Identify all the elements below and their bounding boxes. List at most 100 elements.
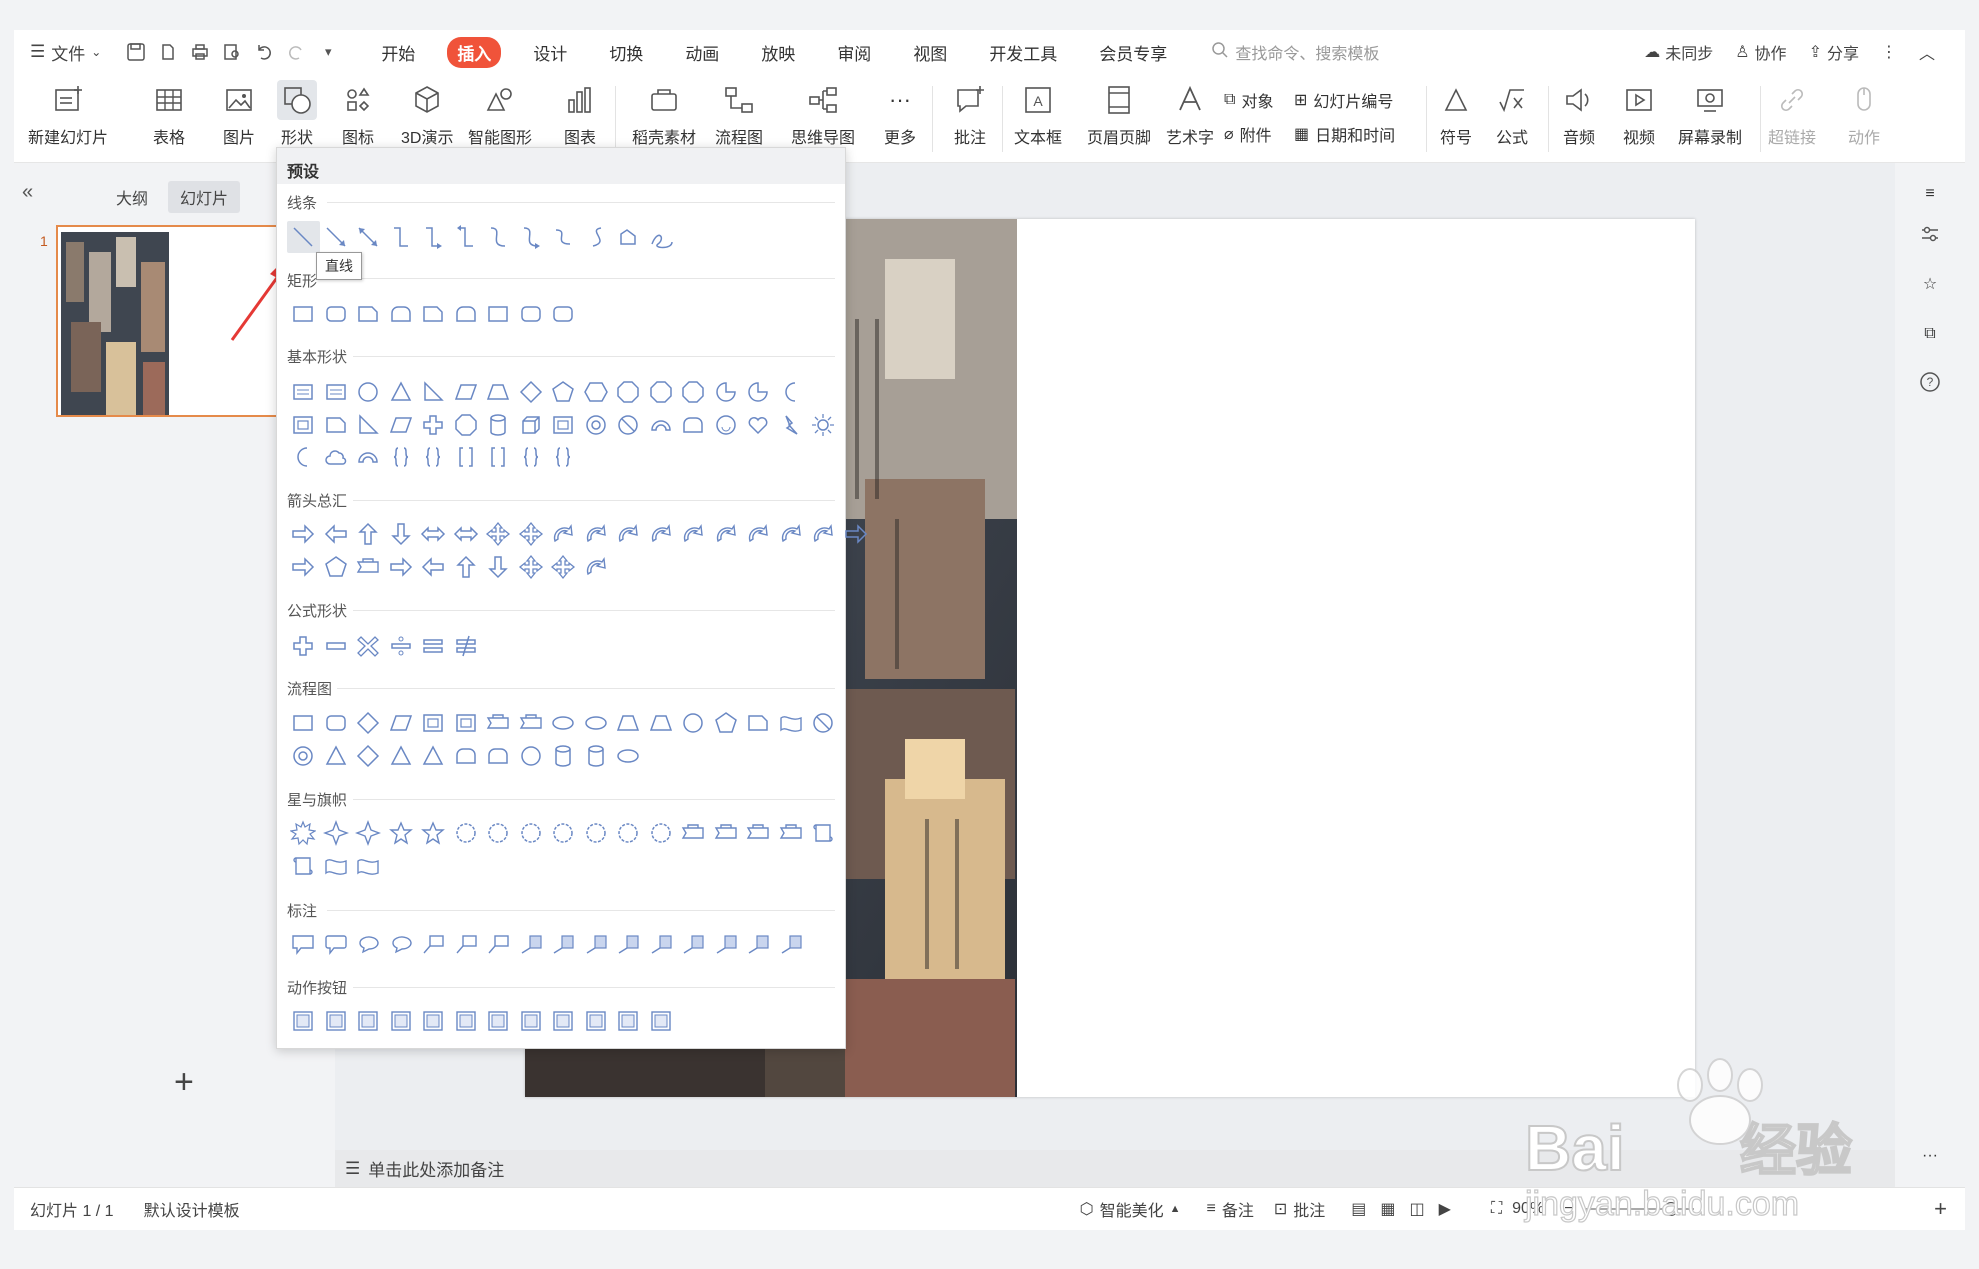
shape-arrow-17[interactable] [807,518,840,550]
tab-view[interactable]: 视图 [903,37,957,68]
shape-basic-14[interactable] [710,376,743,408]
tab-insert[interactable]: 插入 [447,36,502,68]
shape-arrow-4[interactable] [385,518,418,550]
shape-arrow-15[interactable] [742,518,775,550]
shape-curved-connector[interactable] [482,221,515,253]
shape-flow-11[interactable] [612,707,645,739]
comments-toggle[interactable]: ⊡ 批注 [1274,1197,1325,1221]
tab-animation[interactable]: 动画 [675,37,729,68]
shape-basic-12[interactable] [645,409,678,441]
shape-basic-6[interactable] [450,441,483,473]
shape-basic-14[interactable] [710,409,743,441]
grid-view-icon[interactable]: ▦ [1380,1199,1395,1219]
shape-basic-2[interactable] [320,376,353,408]
shape-elbow-double-arrow[interactable] [450,221,483,253]
shape-star-3[interactable] [352,817,385,849]
shape-arrow-2[interactable] [320,551,353,583]
shape-arrow-11[interactable] [612,518,645,550]
shape-callout-11[interactable] [612,928,645,960]
textbox-button[interactable]: A 文本框 [1014,80,1062,148]
shape-callout-15[interactable] [742,928,775,960]
vertical-scrollbar[interactable] [1885,170,1895,1130]
shape-rect-6[interactable] [450,298,483,330]
shape-arrow-9[interactable] [547,518,580,550]
shape-action-3[interactable] [352,1005,385,1037]
shape-basic-2[interactable] [320,441,353,473]
shape-flow-6[interactable] [450,707,483,739]
shape-callout-13[interactable] [677,928,710,960]
add-slide-button[interactable]: + [174,1063,194,1102]
shape-flow-12[interactable] [645,707,678,739]
shape-flow-9[interactable] [547,740,580,772]
shape-flow-9[interactable] [547,707,580,739]
shape-equation-5[interactable] [417,630,450,662]
tab-outline[interactable]: 大纲 [104,181,160,213]
shape-star-11[interactable] [612,817,645,849]
shape-rect-1[interactable] [287,298,320,330]
shape-star-12[interactable] [645,817,678,849]
switch-icon[interactable]: ⧉ [1917,321,1943,347]
shape-star-10[interactable] [580,817,613,849]
shape-basic-3[interactable] [352,441,385,473]
shape-basic-6[interactable] [450,409,483,441]
shape-basic-5[interactable] [417,376,450,408]
shape-rect-7[interactable] [482,298,515,330]
shape-scribble[interactable] [645,221,678,253]
fit-icon[interactable]: ⛶ [1491,1200,1502,1218]
shape-star-9[interactable] [547,817,580,849]
shape-flow-5[interactable] [417,707,450,739]
command-search[interactable]: 查找命令、搜索模板 [1211,40,1379,64]
shape-basic-4[interactable] [385,376,418,408]
shape-basic-7[interactable] [482,409,515,441]
shape-arrow-3[interactable] [352,551,385,583]
tab-design[interactable]: 设计 [523,37,577,68]
shape-arrow-5[interactable] [417,518,450,550]
shape-star-15[interactable] [742,817,775,849]
shape-arrow-2[interactable] [320,518,353,550]
shape-basic-10[interactable] [580,409,613,441]
shape-star-17[interactable] [807,817,840,849]
shape-action-7[interactable] [482,1005,515,1037]
shape-rect-9[interactable] [547,298,580,330]
notes-toggle[interactable]: ≡ 备注 [1206,1197,1253,1221]
shape-flow-7[interactable] [482,707,515,739]
chart-button[interactable]: 图表 [560,80,600,148]
new-slide-button[interactable]: 新建幻灯片 [28,80,108,148]
screen-record-button[interactable]: 屏幕录制 [1678,80,1742,148]
shape-basic-12[interactable] [645,376,678,408]
shape-arrow-13[interactable] [677,518,710,550]
shape-equation-3[interactable] [352,630,385,662]
shape-elbow-connector[interactable] [385,221,418,253]
shape-star-13[interactable] [677,817,710,849]
shape-star-2[interactable] [320,850,353,882]
shape-curve[interactable] [580,221,613,253]
slide-number-button[interactable]: ⊞ 幻灯片编号 [1294,88,1393,112]
shape-curved-double-arrow[interactable] [547,221,580,253]
shape-flow-8[interactable] [515,707,548,739]
flowchart-button[interactable]: 流程图 [715,80,763,148]
audio-button[interactable]: 音频 [1559,80,1599,148]
tab-review[interactable]: 审阅 [827,37,881,68]
print-icon[interactable] [187,39,213,65]
shape-arrow-5[interactable] [417,551,450,583]
shape-basic-8[interactable] [515,409,548,441]
shape-equation-1[interactable] [287,630,320,662]
formula-button[interactable]: 公式 [1492,80,1532,148]
shape-callout-2[interactable] [320,928,353,960]
shape-flow-7[interactable] [482,740,515,772]
shape-arrow-7[interactable] [482,551,515,583]
shape-arrow-line[interactable] [320,221,353,253]
undo-icon[interactable] [251,39,277,65]
shape-basic-1[interactable] [287,376,320,408]
table-button[interactable]: 表格 [149,80,189,148]
shape-basic-5[interactable] [417,441,450,473]
tab-transition[interactable]: 切换 [599,37,653,68]
tab-slideshow[interactable]: 放映 [751,37,805,68]
collapse-ribbon-icon[interactable]: ︿ [1919,40,1935,64]
shape-star-8[interactable] [515,817,548,849]
shape-flow-2[interactable] [320,740,353,772]
reading-view-icon[interactable]: ◫ [1410,1199,1425,1219]
shape-callout-14[interactable] [710,928,743,960]
shape-arrow-12[interactable] [645,518,678,550]
zoom-in-icon[interactable]: + [1934,1196,1947,1222]
